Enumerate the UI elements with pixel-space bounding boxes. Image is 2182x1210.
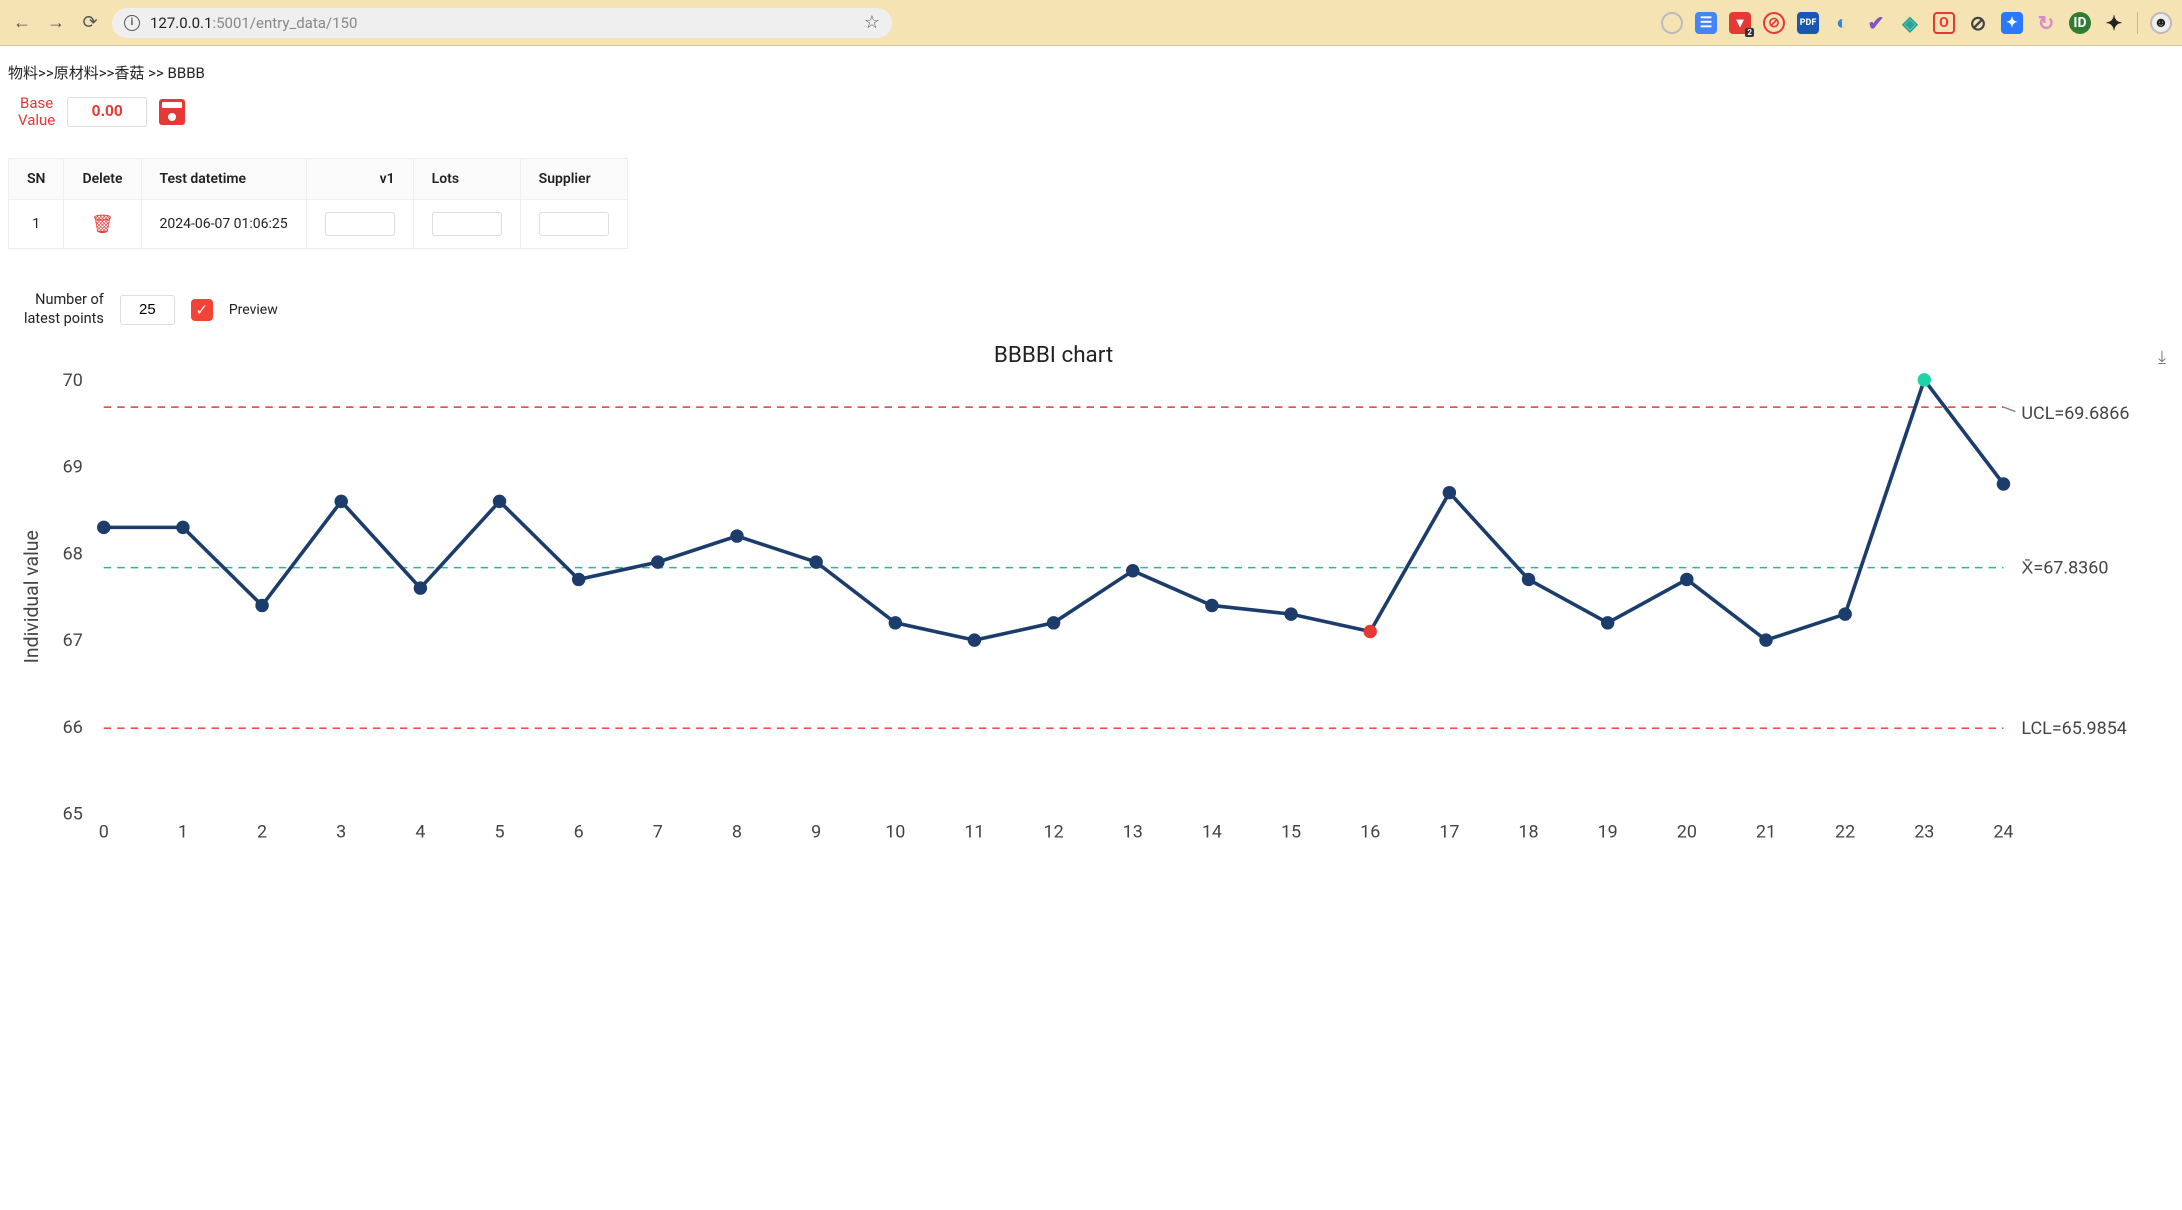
ext-icon-slash[interactable]: ⊘	[1967, 12, 1989, 34]
svg-text:65: 65	[63, 803, 83, 824]
base-value-input[interactable]	[67, 97, 147, 127]
svg-text:LCL=65.9854: LCL=65.9854	[2021, 718, 2126, 739]
svg-text:10: 10	[885, 821, 905, 842]
svg-text:X̄=67.8360: X̄=67.8360	[2021, 557, 2108, 578]
svg-text:4: 4	[415, 821, 425, 842]
svg-text:7: 7	[653, 821, 663, 842]
ext-icon-blue[interactable]: ✦	[2001, 12, 2023, 34]
lots-input[interactable]	[432, 212, 502, 236]
ext-icon-id[interactable]: ID	[2069, 12, 2091, 34]
col-sn: SN	[9, 159, 64, 200]
svg-text:67: 67	[63, 630, 83, 651]
supplier-input[interactable]	[539, 212, 609, 236]
profile-avatar[interactable]: ☻	[2150, 12, 2172, 34]
svg-text:23: 23	[1914, 821, 1934, 842]
svg-text:22: 22	[1835, 821, 1855, 842]
svg-text:15: 15	[1281, 821, 1301, 842]
svg-text:BBBBI chart: BBBBI chart	[994, 342, 1113, 368]
latest-points-input[interactable]	[120, 295, 175, 325]
col-supplier: Supplier	[520, 159, 627, 200]
divider	[2137, 12, 2138, 34]
svg-text:12: 12	[1044, 821, 1064, 842]
svg-text:8: 8	[732, 821, 742, 842]
col-datetime: Test datetime	[141, 159, 306, 200]
table-row: 1 🗑 2024-06-07 01:06:25	[9, 200, 628, 249]
svg-text:68: 68	[63, 543, 83, 564]
download-icon[interactable]: ⤓	[2158, 347, 2166, 368]
svg-text:24: 24	[1993, 821, 2013, 842]
svg-text:16: 16	[1360, 821, 1380, 842]
col-v1: v1	[306, 159, 413, 200]
svg-text:17: 17	[1439, 821, 1459, 842]
address-bar[interactable]: i 127.0.0.1:5001/entry_data/150 ☆	[112, 8, 892, 38]
svg-text:Individual value: Individual value	[20, 530, 43, 663]
svg-text:18: 18	[1518, 821, 1538, 842]
svg-text:9: 9	[811, 821, 821, 842]
preview-label: Preview	[229, 302, 278, 318]
reload-button[interactable]: ⟳	[78, 11, 102, 35]
ext-icon-red-o[interactable]: O	[1933, 12, 1955, 34]
svg-text:2: 2	[257, 821, 267, 842]
site-info-icon[interactable]: i	[124, 15, 140, 31]
svg-text:5: 5	[494, 821, 504, 842]
extension-icons: ☰ ▾2 ⊘ PDF ◐ ✔ ◈ O ⊘ ✦ ↻ ID ✦ ☻	[902, 12, 2172, 34]
svg-text:14: 14	[1202, 821, 1222, 842]
svg-text:11: 11	[964, 821, 984, 842]
svg-text:70: 70	[63, 370, 83, 391]
browser-toolbar: ← → ⟳ i 127.0.0.1:5001/entry_data/150 ☆ …	[0, 0, 2182, 46]
cell-sn: 1	[9, 200, 64, 249]
ext-icon-check[interactable]: ✔	[1865, 12, 1887, 34]
breadcrumb[interactable]: 物料>>原材料>>香菇 >> BBBB	[8, 56, 2174, 95]
cell-datetime: 2024-06-07 01:06:25	[141, 200, 306, 249]
ext-icon-pdf[interactable]: PDF	[1797, 12, 1819, 34]
data-entry-table: SN Delete Test datetime v1 Lots Supplier…	[8, 158, 628, 249]
back-button[interactable]: ←	[10, 11, 34, 35]
svg-text:19: 19	[1598, 821, 1618, 842]
bookmark-icon[interactable]: ☆	[864, 12, 880, 33]
chart-svg: BBBBI chart656667686970Individual valueU…	[14, 341, 2168, 850]
ext-icon-block[interactable]: ⊘	[1763, 12, 1785, 34]
v1-input[interactable]	[325, 212, 395, 236]
delete-row-button[interactable]: 🗑	[91, 214, 114, 235]
ext-icon-history[interactable]: ↻	[2035, 12, 2057, 34]
svg-text:UCL=69.6866: UCL=69.6866	[2021, 403, 2129, 424]
svg-text:6: 6	[574, 821, 584, 842]
url-text: 127.0.0.1:5001/entry_data/150	[150, 14, 854, 32]
ext-icon-circle[interactable]	[1661, 12, 1683, 34]
ext-icon-translate[interactable]: ☰	[1695, 12, 1717, 34]
ext-icon-red-badge[interactable]: ▾2	[1729, 12, 1751, 34]
svg-text:1: 1	[178, 821, 188, 842]
forward-button[interactable]: →	[44, 11, 68, 35]
preview-checkbox[interactable]: ✓	[191, 299, 213, 321]
svg-text:3: 3	[336, 821, 346, 842]
latest-points-label: Number of latest points	[24, 291, 104, 329]
col-delete: Delete	[64, 159, 141, 200]
svg-text:0: 0	[99, 821, 109, 842]
control-chart: ⤓ BBBBI chart656667686970Individual valu…	[8, 341, 2174, 850]
extensions-puzzle-icon[interactable]: ✦	[2103, 12, 2125, 34]
base-value-label: Base Value	[18, 95, 55, 128]
svg-text:69: 69	[63, 456, 83, 477]
save-button[interactable]	[159, 99, 185, 125]
ext-icon-diamond[interactable]: ◈	[1899, 12, 1921, 34]
col-lots: Lots	[413, 159, 520, 200]
svg-text:20: 20	[1677, 821, 1697, 842]
ext-icon-swirl[interactable]: ◐	[1831, 12, 1853, 34]
svg-text:13: 13	[1123, 821, 1143, 842]
svg-text:66: 66	[63, 717, 83, 738]
svg-text:21: 21	[1756, 821, 1776, 842]
